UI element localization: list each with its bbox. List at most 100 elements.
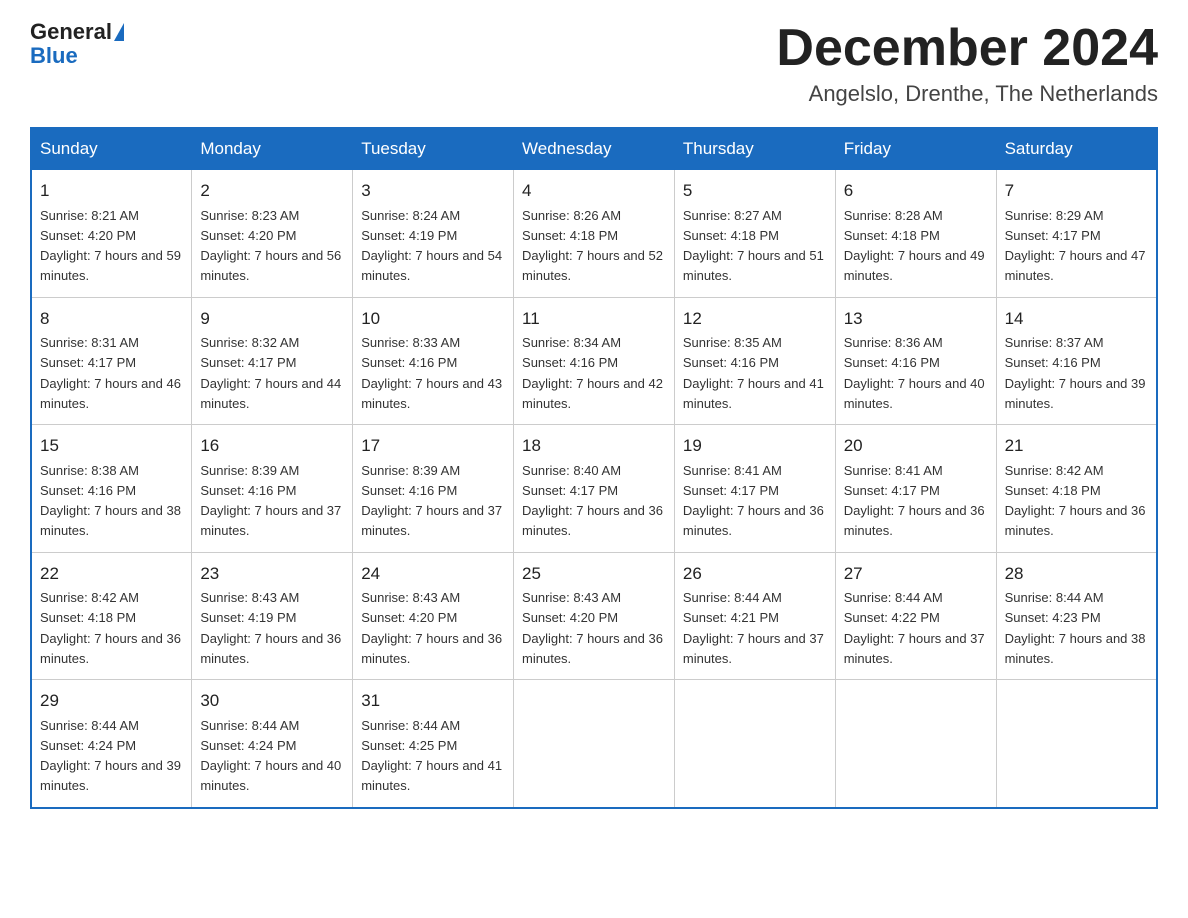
day-sunset: Sunset: 4:16 PM (844, 355, 940, 370)
day-daylight: Daylight: 7 hours and 44 minutes. (200, 376, 341, 411)
logo-triangle-icon (114, 23, 124, 41)
calendar-day-1: 1Sunrise: 8:21 AMSunset: 4:20 PMDaylight… (31, 170, 192, 298)
day-sunrise: Sunrise: 8:31 AM (40, 335, 139, 350)
calendar-day-30: 30Sunrise: 8:44 AMSunset: 4:24 PMDayligh… (192, 680, 353, 808)
day-daylight: Daylight: 7 hours and 37 minutes. (361, 503, 502, 538)
day-sunrise: Sunrise: 8:42 AM (1005, 463, 1104, 478)
day-sunrise: Sunrise: 8:23 AM (200, 208, 299, 223)
day-number: 23 (200, 561, 344, 587)
calendar-day-2: 2Sunrise: 8:23 AMSunset: 4:20 PMDaylight… (192, 170, 353, 298)
day-number: 6 (844, 178, 988, 204)
calendar-day-11: 11 Sunrise: 8:34 AM Sunset: 4:16 PM Dayligh… (514, 297, 675, 425)
day-sunrise: Sunrise: 8:43 AM (361, 590, 460, 605)
calendar-table: SundayMondayTuesdayWednesdayThursdayFrid… (30, 127, 1158, 809)
day-daylight: Daylight: 7 hours and 40 minutes. (200, 758, 341, 793)
calendar-day-8: 8Sunrise: 8:31 AMSunset: 4:17 PMDaylight… (31, 297, 192, 425)
calendar-day-17: 17Sunrise: 8:39 AMSunset: 4:16 PMDayligh… (353, 425, 514, 553)
day-number: 31 (361, 688, 505, 714)
day-header-sunday: Sunday (31, 128, 192, 170)
day-daylight: Daylight: 7 hours and 37 minutes. (683, 631, 824, 666)
day-number: 29 (40, 688, 183, 714)
day-sunrise: Sunrise: 8:44 AM (1005, 590, 1104, 605)
day-sunset: Sunset: 4:22 PM (844, 610, 940, 625)
logo-blue-text: Blue (30, 44, 124, 68)
day-daylight: Daylight: 7 hours and 56 minutes. (200, 248, 341, 283)
day-sunset: Sunset: 4:18 PM (40, 610, 136, 625)
day-number: 18 (522, 433, 666, 459)
day-sunrise: Sunrise: 8:41 AM (683, 463, 782, 478)
logo-general-text: General (30, 20, 112, 44)
day-sunrise: Sunrise: 8:33 AM (361, 335, 460, 350)
day-sunrise: Sunrise: 8:29 AM (1005, 208, 1104, 223)
day-daylight: Daylight: 7 hours and 41 minutes. (361, 758, 502, 793)
calendar-day-14: 14Sunrise: 8:37 AMSunset: 4:16 PMDayligh… (996, 297, 1157, 425)
day-sunrise: Sunrise: 8:35 AM (683, 335, 782, 350)
day-sunset: Sunset: 4:17 PM (1005, 228, 1101, 243)
day-daylight: Daylight: 7 hours and 59 minutes. (40, 248, 181, 283)
calendar-subtitle: Angelslo, Drenthe, The Netherlands (776, 81, 1158, 107)
day-daylight: Daylight: 7 hours and 49 minutes. (844, 248, 985, 283)
day-number: 26 (683, 561, 827, 587)
day-daylight: Daylight: 7 hours and 36 minutes. (844, 503, 985, 538)
day-daylight: Daylight: 7 hours and 46 minutes. (40, 376, 181, 411)
calendar-day-9: 9Sunrise: 8:32 AMSunset: 4:17 PMDaylight… (192, 297, 353, 425)
day-sunrise: Sunrise: 8:39 AM (200, 463, 299, 478)
calendar-day-31: 31Sunrise: 8:44 AMSunset: 4:25 PMDayligh… (353, 680, 514, 808)
calendar-day-20: 20Sunrise: 8:41 AMSunset: 4:17 PMDayligh… (835, 425, 996, 553)
day-header-tuesday: Tuesday (353, 128, 514, 170)
calendar-day-15: 15Sunrise: 8:38 AMSunset: 4:16 PMDayligh… (31, 425, 192, 553)
day-sunset: Sunset: 4:24 PM (200, 738, 296, 753)
day-number: 11 (522, 306, 666, 332)
day-sunrise: Sunrise: 8:27 AM (683, 208, 782, 223)
day-sunset: Sunset: 4:25 PM (361, 738, 457, 753)
day-sunset: Sunset: 4:16 PM (361, 355, 457, 370)
calendar-day-6: 6Sunrise: 8:28 AMSunset: 4:18 PMDaylight… (835, 170, 996, 298)
day-sunset: Sunset: 4:18 PM (1005, 483, 1101, 498)
day-sunset: Sunset: 4:18 PM (522, 228, 618, 243)
day-number: 27 (844, 561, 988, 587)
day-number: 22 (40, 561, 183, 587)
day-number: 4 (522, 178, 666, 204)
day-sunset: Sunset: 4:17 PM (683, 483, 779, 498)
calendar-day-4: 4Sunrise: 8:26 AMSunset: 4:18 PMDaylight… (514, 170, 675, 298)
day-daylight: Daylight: 7 hours and 36 minutes. (683, 503, 824, 538)
day-sunset: Sunset: 4:21 PM (683, 610, 779, 625)
day-sunrise: Sunrise: 8:26 AM (522, 208, 621, 223)
calendar-day-empty (674, 680, 835, 808)
day-sunset: Sunset: 4:16 PM (522, 355, 618, 370)
day-sunset: Sunset: 4:18 PM (844, 228, 940, 243)
day-daylight: Daylight: 7 hours and 36 minutes. (361, 631, 502, 666)
day-daylight: Daylight: 7 hours and 37 minutes. (844, 631, 985, 666)
day-sunrise: Sunrise: 8:44 AM (844, 590, 943, 605)
day-sunrise: Sunrise: 8:32 AM (200, 335, 299, 350)
day-daylight: Daylight: 7 hours and 42 minutes. (522, 376, 663, 411)
logo: General Blue (30, 20, 124, 68)
calendar-day-21: 21Sunrise: 8:42 AMSunset: 4:18 PMDayligh… (996, 425, 1157, 553)
day-sunset: Sunset: 4:24 PM (40, 738, 136, 753)
day-sunrise: Sunrise: 8:41 AM (844, 463, 943, 478)
day-number: 3 (361, 178, 505, 204)
day-daylight: Daylight: 7 hours and 47 minutes. (1005, 248, 1146, 283)
day-number: 28 (1005, 561, 1148, 587)
day-sunrise: Sunrise: 8:38 AM (40, 463, 139, 478)
day-sunrise: Sunrise: 8:39 AM (361, 463, 460, 478)
day-sunset: Sunset: 4:20 PM (522, 610, 618, 625)
day-sunset: Sunset: 4:23 PM (1005, 610, 1101, 625)
day-sunset: Sunset: 4:18 PM (683, 228, 779, 243)
calendar-day-22: 22Sunrise: 8:42 AMSunset: 4:18 PMDayligh… (31, 552, 192, 680)
day-number: 17 (361, 433, 505, 459)
day-number: 14 (1005, 306, 1148, 332)
day-sunset: Sunset: 4:16 PM (1005, 355, 1101, 370)
day-daylight: Daylight: 7 hours and 36 minutes. (522, 503, 663, 538)
day-number: 12 (683, 306, 827, 332)
day-sunset: Sunset: 4:17 PM (200, 355, 296, 370)
day-sunset: Sunset: 4:16 PM (40, 483, 136, 498)
day-sunset: Sunset: 4:17 PM (522, 483, 618, 498)
day-daylight: Daylight: 7 hours and 37 minutes. (200, 503, 341, 538)
calendar-day-10: 10Sunrise: 8:33 AMSunset: 4:16 PMDayligh… (353, 297, 514, 425)
day-sunrise: Sunrise: 8:34 AM (522, 335, 621, 350)
day-number: 10 (361, 306, 505, 332)
day-sunrise: Sunrise: 8:21 AM (40, 208, 139, 223)
day-daylight: Daylight: 7 hours and 36 minutes. (200, 631, 341, 666)
day-sunrise: Sunrise: 8:43 AM (200, 590, 299, 605)
